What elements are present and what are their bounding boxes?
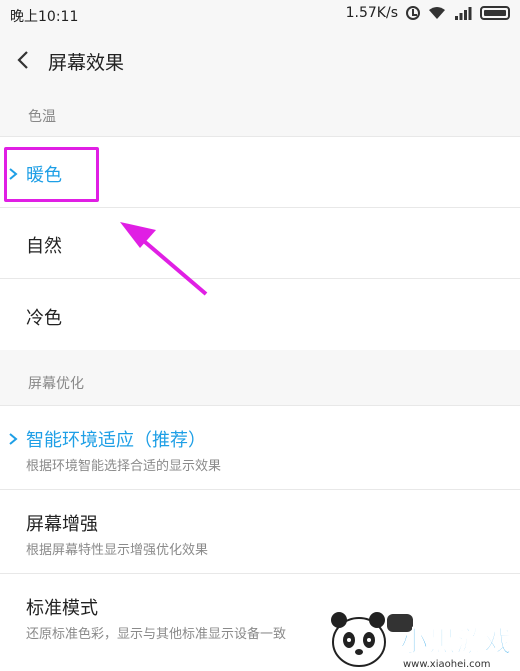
status-icons: 1.57K/s bbox=[346, 5, 510, 21]
option-description: 根据屏幕特性显示增强优化效果 bbox=[26, 543, 209, 558]
alarm-icon bbox=[406, 6, 420, 20]
watermark-brand: 小黑游戏 bbox=[400, 625, 512, 658]
status-bar: 晚上10:11 1.57K/s bbox=[0, 0, 520, 30]
watermark-url: www.xiaohei.com bbox=[403, 659, 491, 670]
option-label: 智能环境适应（推荐） bbox=[26, 430, 206, 451]
option-cool[interactable]: 冷色 bbox=[0, 278, 520, 350]
battery-icon bbox=[480, 6, 510, 20]
section-label-color-temp: 色温 bbox=[28, 109, 56, 125]
option-label: 屏幕增强 bbox=[26, 514, 98, 535]
section-label-optimize: 屏幕优化 bbox=[28, 376, 84, 392]
annotation-highlight-box bbox=[4, 147, 99, 202]
watermark-logo: 小黑游戏 www.xiaohei.com bbox=[331, 612, 513, 670]
option-label: 冷色 bbox=[26, 308, 62, 329]
option-label: 标准模式 bbox=[26, 598, 98, 619]
signal-icon bbox=[455, 7, 472, 20]
network-speed: 1.57K/s bbox=[345, 5, 398, 21]
option-enhance[interactable]: 屏幕增强 根据屏幕特性显示增强优化效果 bbox=[0, 489, 520, 573]
option-smart-adapt[interactable]: 智能环境适应（推荐） 根据环境智能选择合适的显示效果 bbox=[0, 405, 520, 489]
page-title: 屏幕效果 bbox=[48, 52, 125, 74]
annotation-arrow-icon bbox=[120, 222, 208, 296]
option-description: 根据环境智能选择合适的显示效果 bbox=[26, 459, 222, 474]
chevron-left-icon[interactable] bbox=[14, 50, 32, 70]
option-description: 还原标准色彩，显示与其他标准显示设备一致 bbox=[26, 627, 287, 642]
selected-chevron-icon bbox=[9, 433, 18, 445]
status-time: 晚上10:11 bbox=[10, 9, 79, 25]
wifi-icon bbox=[429, 7, 445, 19]
page-header: 屏幕效果 bbox=[0, 30, 520, 92]
option-natural[interactable]: 自然 bbox=[0, 207, 520, 278]
option-label: 自然 bbox=[26, 236, 62, 257]
